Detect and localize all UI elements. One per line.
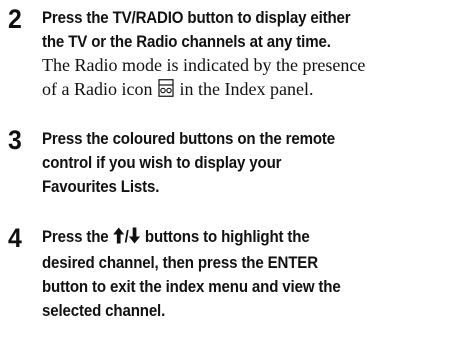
step-body: Press the TV/RADIO button to display eit… xyxy=(42,6,463,103)
instruction-line: the TV or the Radio channels at any time… xyxy=(42,33,331,51)
manual-page: 2 Press the TV/RADIO button to display e… xyxy=(0,0,467,354)
radio-icon xyxy=(158,78,174,104)
instruction-line: desired channel, then press the ENTER xyxy=(42,254,318,272)
step-body: Press the coloured buttons on the remote… xyxy=(42,127,463,199)
arrow-up-icon xyxy=(113,227,125,251)
note-line: The Radio mode is indicated by the prese… xyxy=(42,55,366,75)
instruction-text: buttons to highlight the xyxy=(144,228,310,246)
instruction-line: control if you wish to display your xyxy=(42,154,282,172)
instruction-line: selected channel. xyxy=(42,302,166,320)
arrow-down-icon xyxy=(129,227,141,251)
note-text: in the Index panel. xyxy=(179,78,314,99)
instruction-text: Press the xyxy=(42,228,109,246)
instruction-line: button to exit the index menu and view t… xyxy=(42,278,341,296)
step-number: 2 xyxy=(8,4,22,34)
note-text: of a Radio icon xyxy=(42,78,153,99)
step-number: 4 xyxy=(8,223,22,253)
step-body: Press the / buttons to highlight the des… xyxy=(42,225,463,323)
note-line: of a Radio icon in the Index panel. xyxy=(42,78,463,104)
instruction-line: Press the coloured buttons on the remote xyxy=(42,130,336,148)
instruction-line: Press the / buttons to highlight the xyxy=(42,225,461,251)
instruction-line: Favourites Lists. xyxy=(42,178,160,196)
step-number: 3 xyxy=(8,125,22,155)
instruction-line: Press the TV/RADIO button to display eit… xyxy=(42,9,351,27)
